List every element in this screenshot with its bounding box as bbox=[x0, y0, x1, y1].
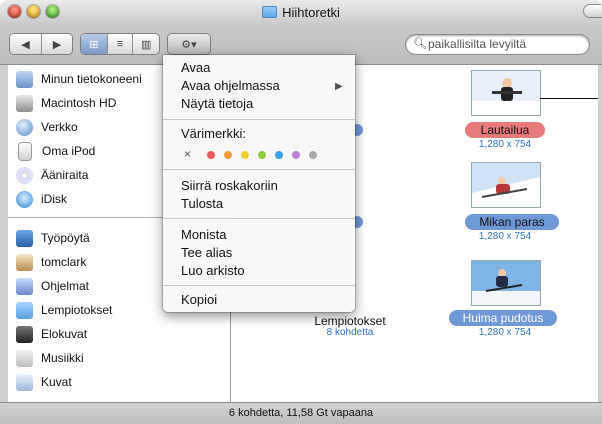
folder-icon bbox=[262, 6, 278, 18]
menu-separator bbox=[163, 119, 355, 120]
folder-item-meta: 8 kohdetta bbox=[326, 327, 374, 338]
list-view-icon: ≡ bbox=[116, 38, 124, 50]
sidebar-item-label: tomclark bbox=[41, 255, 87, 269]
sidebar-item-music[interactable]: Musiikki bbox=[8, 346, 230, 370]
status-bar: 6 kohdetta, 11,58 Gt vapaana bbox=[0, 402, 602, 424]
forward-arrow-icon: ▶ bbox=[52, 38, 62, 51]
search-input[interactable] bbox=[428, 37, 583, 51]
file-thumbnail[interactable] bbox=[471, 70, 541, 116]
menu-item-move-to-trash[interactable]: Siirrä roskakoriin bbox=[181, 178, 278, 193]
sidebar-item-label: Työpöytä bbox=[41, 231, 90, 245]
nav-segment: ◀ ▶ bbox=[10, 34, 72, 54]
gear-icon: ⚙▾ bbox=[181, 38, 197, 51]
pointer-line bbox=[540, 98, 602, 99]
pictures-icon bbox=[16, 373, 33, 391]
back-button[interactable]: ◀ bbox=[10, 34, 42, 54]
color-label-blue[interactable] bbox=[275, 151, 283, 159]
sidebar-item-label: Verkko bbox=[41, 120, 78, 134]
menu-item-open[interactable]: Avaa bbox=[181, 60, 210, 75]
color-label-green[interactable] bbox=[258, 151, 266, 159]
folder-item-name[interactable]: Lempiotokset bbox=[275, 314, 425, 328]
sidebar-item-label: Macintosh HD bbox=[41, 96, 117, 110]
sidebar-item-label: Elokuvat bbox=[41, 327, 88, 341]
file-meta: 1,280 x 754 bbox=[478, 231, 532, 242]
menu-item-copy[interactable]: Kopioi bbox=[181, 292, 217, 307]
file-thumbnail[interactable] bbox=[471, 260, 541, 306]
color-label-yellow[interactable] bbox=[241, 151, 249, 159]
no-label-icon[interactable]: × bbox=[184, 147, 191, 161]
sidebar-item-label: Musiikki bbox=[41, 351, 84, 365]
computer-icon bbox=[16, 70, 33, 88]
menu-item-print[interactable]: Tulosta bbox=[181, 196, 223, 211]
menu-separator bbox=[163, 169, 355, 170]
menu-item-duplicate[interactable]: Monista bbox=[181, 227, 227, 242]
sidebar-item-label: iDisk bbox=[41, 192, 67, 206]
submenu-arrow-icon: ▶ bbox=[335, 81, 343, 92]
column-view-button[interactable]: ▥ bbox=[133, 34, 159, 54]
back-arrow-icon: ◀ bbox=[21, 38, 30, 51]
snowboarder-photo bbox=[472, 71, 540, 115]
applications-icon bbox=[16, 277, 33, 295]
color-label-orange[interactable] bbox=[224, 151, 232, 159]
action-menu-button[interactable]: ⚙▾ bbox=[168, 34, 210, 54]
search-field[interactable]: 🔍︎ bbox=[406, 35, 589, 54]
menu-item-make-alias[interactable]: Tee alias bbox=[181, 245, 232, 260]
status-text: 6 kohdetta, 11,58 Gt vapaana bbox=[228, 407, 374, 419]
file-label[interactable]: Mikan paras bbox=[465, 214, 559, 230]
folder-icon bbox=[16, 301, 33, 319]
search-icon: 🔍︎ bbox=[413, 38, 427, 50]
sidebar-item-label: Kuvat bbox=[41, 375, 72, 389]
finder-window: Hiihtoretki ◀ ▶ ⊞ ≡ ▥ ⚙▾ 🔍︎ Minun tietok… bbox=[0, 0, 602, 424]
forward-button[interactable]: ▶ bbox=[42, 34, 72, 54]
sidebar-item-label: Ohjelmat bbox=[41, 279, 90, 293]
menu-item-create-archive[interactable]: Luo arkisto bbox=[181, 263, 245, 278]
color-label-purple[interactable] bbox=[292, 151, 300, 159]
file-label[interactable]: Huima pudotus bbox=[449, 310, 557, 326]
jump-photo bbox=[472, 261, 540, 305]
color-label-gray[interactable] bbox=[309, 151, 317, 159]
toolbar-toggle-button[interactable] bbox=[584, 5, 602, 17]
color-label-red[interactable] bbox=[207, 151, 215, 159]
movies-icon bbox=[16, 325, 33, 343]
sidebar-item-label: Minun tietokoneeni bbox=[41, 72, 142, 86]
icon-view-button[interactable]: ⊞ bbox=[81, 34, 108, 54]
file-label[interactable]: Lautailua bbox=[465, 122, 545, 138]
window-title: Hiihtoretki bbox=[0, 5, 602, 20]
sidebar-item-label: Lempiotokset bbox=[41, 303, 113, 317]
list-view-button[interactable]: ≡ bbox=[108, 34, 134, 54]
menu-separator bbox=[163, 218, 355, 219]
sidebar-item-pictures[interactable]: Kuvat bbox=[8, 370, 230, 394]
network-globe-icon bbox=[16, 118, 33, 136]
skier-photo bbox=[472, 163, 540, 207]
cd-icon bbox=[16, 166, 33, 184]
file-thumbnail[interactable] bbox=[471, 162, 541, 208]
scrollbar-track[interactable] bbox=[598, 65, 602, 402]
file-meta: 1,280 x 754 bbox=[478, 327, 532, 338]
sidebar-item-label: Oma iPod bbox=[42, 144, 96, 158]
icon-view-icon: ⊞ bbox=[89, 38, 99, 51]
menu-item-show-info[interactable]: Näytä tietoja bbox=[181, 96, 253, 111]
menu-item-open-with[interactable]: Avaa ohjelmassa bbox=[181, 78, 280, 93]
menu-separator bbox=[163, 285, 355, 286]
menu-color-label-heading: Värimerkki: bbox=[181, 126, 247, 141]
ipod-icon bbox=[19, 142, 31, 160]
music-icon bbox=[16, 349, 33, 367]
window-title-text: Hiihtoretki bbox=[282, 5, 340, 20]
sidebar-item-movies[interactable]: Elokuvat bbox=[8, 322, 230, 346]
desktop-icon bbox=[16, 229, 33, 247]
title-bar[interactable]: Hiihtoretki bbox=[0, 0, 602, 26]
hard-disk-icon bbox=[16, 94, 33, 112]
sidebar-item-label: Ääniraita bbox=[41, 168, 89, 182]
action-context-menu: Avaa Avaa ohjelmassa ▶ Näytä tietoja Vär… bbox=[163, 55, 355, 312]
home-icon bbox=[16, 253, 33, 271]
view-segment: ⊞ ≡ ▥ bbox=[81, 34, 159, 54]
column-view-icon: ▥ bbox=[140, 38, 152, 51]
file-meta: 1,280 x 754 bbox=[478, 139, 532, 150]
idisk-icon bbox=[16, 190, 33, 208]
